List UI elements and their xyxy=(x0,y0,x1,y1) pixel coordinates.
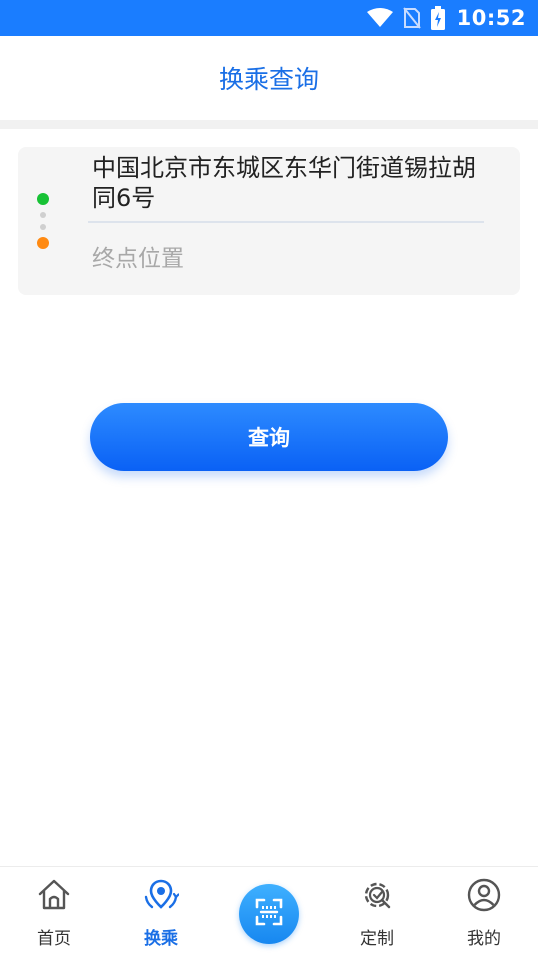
page-title: 换乘查询 xyxy=(218,65,319,94)
page-header: 换乘查询 xyxy=(0,36,538,120)
query-button[interactable]: 查询 xyxy=(90,403,448,471)
end-point-dot xyxy=(37,237,49,249)
origin-field[interactable]: 中国北京市东城区东华门街道锡拉胡同6号 xyxy=(92,153,492,213)
tab-transfer[interactable]: 换乘 xyxy=(111,867,211,958)
wifi-icon xyxy=(366,8,393,28)
battery-charging-icon xyxy=(430,6,445,30)
route-input-card: 中国北京市东城区东华门街道锡拉胡同6号 xyxy=(18,147,520,295)
scan-button[interactable] xyxy=(239,884,299,944)
scan-code-icon xyxy=(254,897,284,931)
tab-mine[interactable]: 我的 xyxy=(434,867,534,958)
route-connector-dot xyxy=(40,224,46,230)
no-sim-icon xyxy=(402,7,421,29)
tab-custom-label: 定制 xyxy=(360,929,394,949)
tab-mine-label: 我的 xyxy=(467,929,501,949)
home-icon xyxy=(36,877,72,913)
status-time: 10:52 xyxy=(456,6,526,30)
transfer-location-icon xyxy=(143,877,179,913)
tab-home-label: 首页 xyxy=(37,929,71,949)
status-bar: 10:52 xyxy=(0,0,538,36)
header-divider xyxy=(0,120,538,129)
custom-gear-icon xyxy=(359,877,395,913)
start-point-dot xyxy=(37,193,49,205)
profile-icon xyxy=(466,877,502,913)
tab-home[interactable]: 首页 xyxy=(4,867,104,958)
route-connector-dot xyxy=(40,212,46,218)
tab-custom[interactable]: 定制 xyxy=(327,867,427,958)
field-divider xyxy=(88,221,484,223)
tab-transfer-label: 换乘 xyxy=(144,929,178,949)
destination-input[interactable] xyxy=(92,239,482,279)
